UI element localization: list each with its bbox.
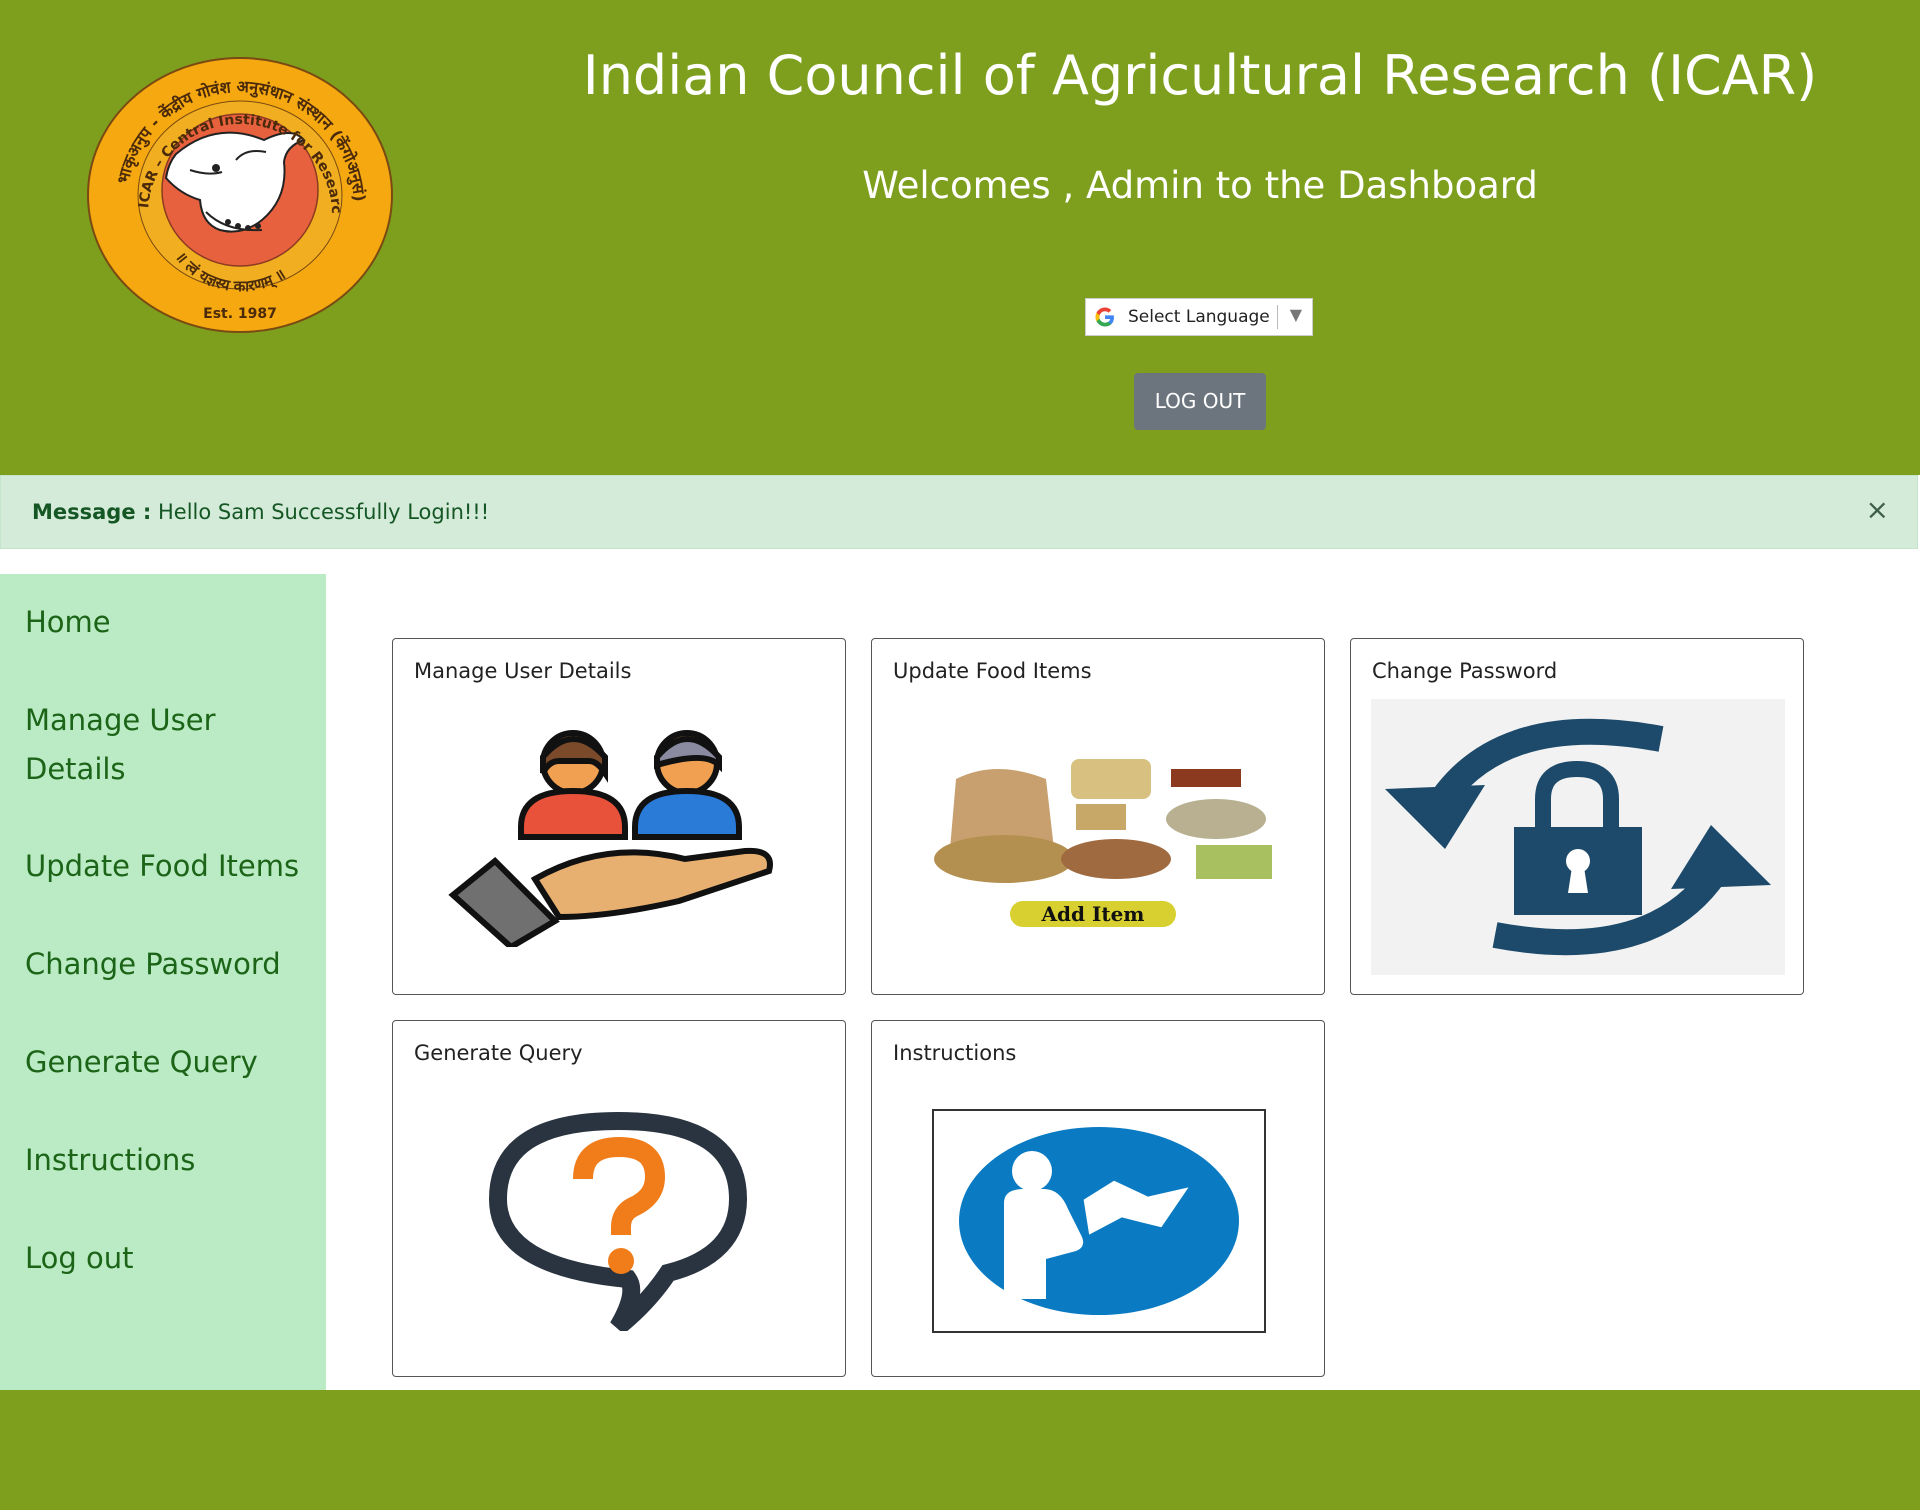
card-change-password[interactable]: Change Password: [1350, 638, 1804, 995]
google-g-icon: [1095, 307, 1114, 327]
page-title: Indian Council of Agricultural Research …: [582, 44, 1818, 107]
icar-circ-logo: भाकृअनुप - केंद्रीय गोवंश अनुसंधान संस्थ…: [86, 56, 393, 333]
sidebar-item-change-password[interactable]: Change Password: [25, 940, 315, 989]
sidebar-item-manage-user-details[interactable]: Manage User Details: [25, 696, 315, 794]
alert-message: Message : Hello Sam Successfully Login!!…: [32, 500, 489, 524]
card-update-food-items[interactable]: Update Food Items Add Item: [871, 638, 1325, 995]
language-select-label: Select Language: [1128, 307, 1270, 327]
card-title: Generate Query: [414, 1041, 583, 1065]
card-title: Change Password: [1372, 659, 1558, 683]
success-alert: Message : Hello Sam Successfully Login!!…: [0, 475, 1918, 549]
sidebar-item-generate-query[interactable]: Generate Query: [25, 1038, 315, 1087]
svg-text:Add Item: Add Item: [1041, 902, 1145, 926]
food-items-icon: Add Item: [926, 749, 1274, 927]
users-hand-icon: [448, 730, 773, 947]
header: भाकृअनुप - केंद्रीय गोवंश अनुसंधान संस्थ…: [0, 0, 1920, 475]
footer: [0, 1390, 1920, 1510]
sidebar: Home Manage User Details Update Food Ite…: [0, 574, 326, 1390]
svg-text:Est. 1987: Est. 1987: [203, 306, 277, 322]
alert-prefix: Message :: [32, 500, 152, 524]
card-instructions[interactable]: Instructions: [871, 1020, 1325, 1377]
logout-button[interactable]: LOG OUT: [1134, 373, 1266, 430]
dropdown-arrow-icon: ▼: [1289, 305, 1302, 324]
sidebar-item-instructions[interactable]: Instructions: [25, 1136, 315, 1185]
lock-refresh-icon: [1371, 699, 1785, 975]
language-select[interactable]: Select Language ▼: [1085, 298, 1313, 336]
alert-text: Hello Sam Successfully Login!!!: [157, 500, 490, 524]
divider: [1277, 305, 1278, 329]
card-generate-query[interactable]: Generate Query: [392, 1020, 846, 1377]
card-title: Update Food Items: [893, 659, 1092, 683]
sidebar-item-home[interactable]: Home: [25, 598, 315, 647]
card-title: Instructions: [893, 1041, 1017, 1065]
page-subtitle: Welcomes , Admin to the Dashboard: [862, 164, 1538, 207]
card-title: Manage User Details: [414, 659, 632, 683]
card-manage-user-details[interactable]: Manage User Details: [392, 638, 846, 995]
sidebar-item-log-out[interactable]: Log out: [25, 1234, 315, 1283]
sidebar-item-update-food-items[interactable]: Update Food Items: [25, 842, 315, 891]
close-icon[interactable]: ×: [1866, 493, 1889, 526]
question-bubble-icon: [488, 1111, 748, 1331]
reading-manual-icon: [932, 1109, 1266, 1333]
